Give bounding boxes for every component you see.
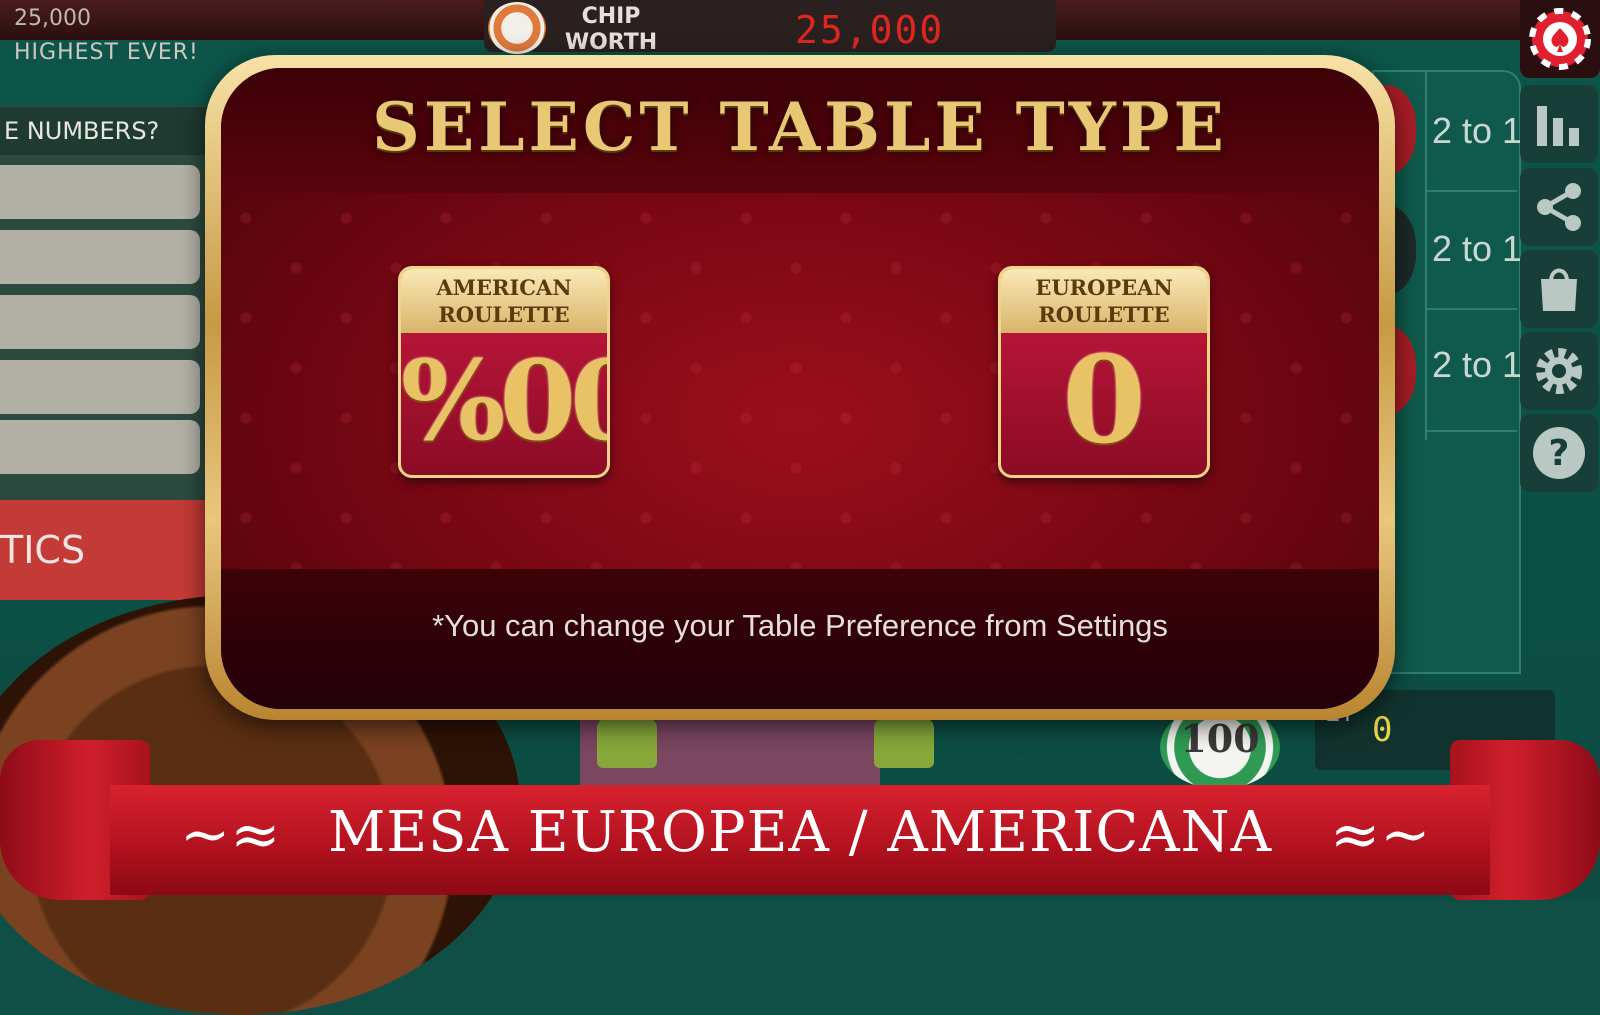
shop-button[interactable] [1520,250,1598,328]
settings-hint: *You can change your Table Preference fr… [432,608,1168,643]
chip-worth-label-line1: CHIP [581,4,641,29]
stats-button[interactable] [1520,85,1598,163]
european-roulette-label-line2: ROULETTE [1038,302,1170,327]
chip-100-value: 100 [1180,716,1260,761]
grid-divider [1425,430,1517,432]
select-table-dialog: SELECT TABLE TYPE AMERICAN ROULETTE %00 … [221,68,1379,709]
number-row [0,165,200,219]
grid-divider [1425,308,1517,310]
stats-icon [1537,106,1579,146]
number-row [0,295,200,349]
android-icon [874,718,934,768]
shop-bag-icon [1541,268,1577,311]
help-button[interactable]: ? [1520,414,1598,492]
american-roulette-label: AMERICAN ROULETTE [401,269,607,333]
settings-gear-icon [1536,348,1582,394]
highest-score-label: HIGHEST EVER! [14,40,199,65]
number-row [0,230,200,284]
chip-worth-label-line2: WORTH [564,30,658,55]
bet-value: 0 [1372,710,1393,750]
single-zero-icon: 0 [1062,330,1146,471]
highest-score-value: 25,000 [14,6,91,31]
android-icon [597,718,657,768]
grid-divider [1425,70,1427,440]
poker-chip-icon [1529,8,1591,70]
promo-banner-text: MESA EUROPEA / AMERICANA [327,800,1273,865]
help-icon: ? [1533,427,1585,479]
double-zero-icon: %00 [401,336,607,465]
american-roulette-label-line2: ROULETTE [438,302,570,327]
dialog-title: SELECT TABLE TYPE [372,88,1228,166]
statistics-label: TICS [0,528,86,572]
number-row [0,360,200,414]
chip-icon [488,2,546,54]
european-roulette-label-line1: EUROPEAN [1035,275,1173,300]
grid-divider [1425,190,1517,192]
chip-worth-value: 25,000 [795,8,945,52]
column-bet-2to1[interactable]: 2 to 1 [1432,110,1522,152]
european-roulette-label: EUROPEAN ROULETTE [1001,269,1207,333]
share-button[interactable] [1520,168,1598,246]
chip-worth-label: CHIP WORTH [556,4,666,56]
poker-chip-button[interactable] [1520,0,1600,78]
column-bet-2to1[interactable]: 2 to 1 [1432,228,1522,270]
american-roulette-label-line1: AMERICAN [436,275,572,300]
european-roulette-button[interactable]: EUROPEAN ROULETTE 0 [998,266,1210,478]
number-row [0,420,200,474]
column-bet-2to1[interactable]: 2 to 1 [1432,344,1522,386]
hot-numbers-title: E NUMBERS? [0,107,216,155]
svg-text:?: ? [1549,433,1570,474]
settings-button[interactable] [1520,332,1598,410]
american-roulette-button[interactable]: AMERICAN ROULETTE %00 [398,266,610,478]
share-icon [1537,183,1581,231]
